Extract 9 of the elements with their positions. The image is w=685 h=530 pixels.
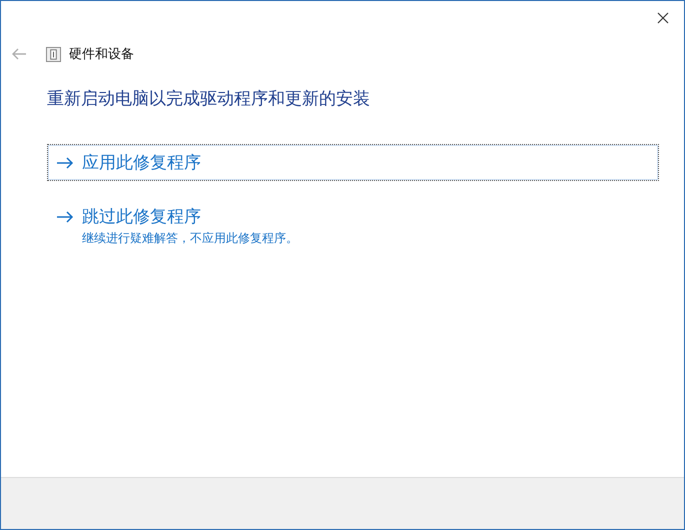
window-title: 硬件和设备: [69, 46, 134, 63]
arrow-icon: [56, 210, 74, 222]
close-icon[interactable]: [657, 12, 669, 24]
page-heading: 重新启动电脑以完成驱动程序和更新的安装: [47, 88, 371, 110]
option-description: 继续进行疑难解答，不应用此修复程序。: [82, 230, 299, 247]
option-link[interactable]: 应用此修复程序: [47, 144, 659, 181]
arrow-icon: [56, 156, 74, 168]
troubleshooter-icon: [46, 46, 61, 62]
option-link[interactable]: 跳过此修复程序 继续进行疑难解答，不应用此修复程序。: [47, 198, 659, 254]
